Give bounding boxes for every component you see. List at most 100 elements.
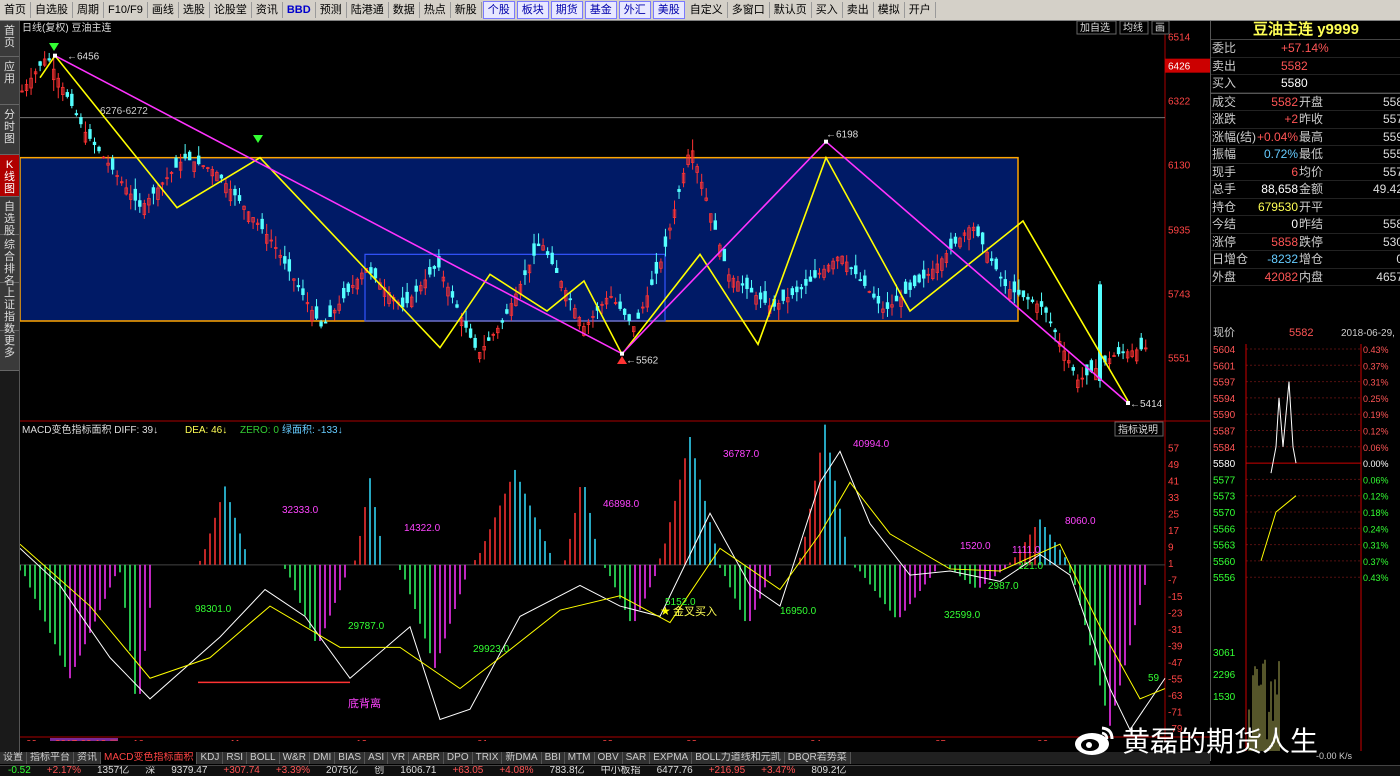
toolbar-btn-19[interactable]: 美股 xyxy=(653,1,685,19)
toolbar-btn-0[interactable]: 首页 xyxy=(0,2,31,18)
macd-tick-14: -55 xyxy=(1168,674,1183,685)
left-nav-item-0[interactable]: 首页 xyxy=(0,21,19,57)
candle-body xyxy=(555,268,558,272)
toolbar-btn-7[interactable]: 资讯 xyxy=(252,2,283,18)
indicator-tab-19[interactable]: SAR xyxy=(623,752,651,764)
x-tick-1: 2017-09-12,二 xyxy=(55,739,119,741)
toolbar-btn-13[interactable]: 新股 xyxy=(451,2,482,18)
indicator-tab-22[interactable]: DBQR若势菜 xyxy=(785,752,851,764)
quote-grid-row-1: 涨跌 +2 昨收 557 xyxy=(1211,111,1400,129)
left-nav-item-5[interactable]: 综合排名 xyxy=(0,235,19,283)
toolbar-btn-1[interactable]: 自选股 xyxy=(31,2,73,18)
indicator-tab-10[interactable]: ASI xyxy=(365,752,388,764)
left-nav-item-4[interactable]: 自选股 xyxy=(0,197,19,235)
toolbar-btn-6[interactable]: 论股堂 xyxy=(210,2,252,18)
indicator-tab-21[interactable]: BOLL力道线和元凯 xyxy=(692,752,785,764)
candle-body xyxy=(415,286,418,291)
indicator-tab-13[interactable]: DPO xyxy=(444,752,473,764)
macd-divergence-label: 底背离 xyxy=(348,696,381,710)
toolbar-btn-16[interactable]: 期货 xyxy=(551,1,583,19)
candle-body xyxy=(1027,297,1030,299)
candle-body xyxy=(134,189,137,200)
indicator-tab-15[interactable]: 新DMA xyxy=(502,752,541,764)
intraday-chart[interactable]: 现价 5582 2018-06-29, 5604 0.43% 5601 0.37% 5597 0… xyxy=(1211,321,1400,761)
quote-grid-row-8: 涨停 5858 跌停 530 xyxy=(1211,234,1400,252)
toolbar-btn-24[interactable]: 卖出 xyxy=(843,2,874,18)
toolbar-btn-20[interactable]: 自定义 xyxy=(686,2,728,18)
left-nav-item-6[interactable]: 上证指数 xyxy=(0,283,19,331)
candle-body xyxy=(950,239,953,248)
candle-body xyxy=(746,278,749,288)
quote-label: 外盘 xyxy=(1212,269,1236,286)
candle-body xyxy=(533,244,536,256)
toolbar-btn-22[interactable]: 默认页 xyxy=(770,2,812,18)
quote-value: +57.14% xyxy=(1281,40,1329,57)
indicator-tab-3[interactable]: MACD变色指标面积 xyxy=(101,752,197,764)
candle-body xyxy=(886,303,889,309)
left-nav-item-7[interactable]: 更多 xyxy=(0,331,19,371)
left-nav-item-3[interactable]: K线图 xyxy=(0,155,19,197)
candle-body xyxy=(741,284,744,285)
weibo-logo-icon xyxy=(1072,724,1116,756)
candle-body xyxy=(1072,367,1075,370)
macd-label-b5: 16950.0 xyxy=(780,606,817,617)
left-nav-item-2[interactable]: 分时图 xyxy=(0,105,19,155)
candle-body xyxy=(995,259,998,269)
indicator-tab-9[interactable]: BIAS xyxy=(335,752,365,764)
indicator-tab-0[interactable]: 设置 xyxy=(0,752,27,764)
toolbar-btn-18[interactable]: 外汇 xyxy=(619,1,651,19)
toolbar-btn-11[interactable]: 数据 xyxy=(389,2,420,18)
candle-body xyxy=(284,257,287,264)
macd-label-a5: 40994.0 xyxy=(853,439,890,450)
quote-row-1: 卖出 5582 xyxy=(1211,58,1400,76)
price-label: 现价 xyxy=(1213,326,1235,339)
indicator-tab-14[interactable]: TRIX xyxy=(473,752,503,764)
candle-body xyxy=(487,338,490,341)
quote-label: 买入 xyxy=(1212,75,1236,92)
toolbar-btn-14[interactable]: 个股 xyxy=(483,1,515,19)
indicator-tab-11[interactable]: VR xyxy=(388,752,409,764)
toolbar-btn-10[interactable]: 陆港通 xyxy=(347,2,389,18)
toolbar-btn-23[interactable]: 买入 xyxy=(812,2,843,18)
indicator-tab-2[interactable]: 资讯 xyxy=(74,752,101,764)
indicator-tab-1[interactable]: 指标平台 xyxy=(27,752,74,764)
left-nav-item-1[interactable]: 应用 xyxy=(0,57,19,105)
candle-body xyxy=(48,59,51,60)
macd-label-a10: 2987.0 xyxy=(988,581,1019,592)
candle-body xyxy=(1018,290,1021,294)
main-chart-svg[interactable]: 日线(复权) 豆油主连加自选均线画65146426632261305935574… xyxy=(20,21,1210,741)
indicator-tab-16[interactable]: BBI xyxy=(542,752,565,764)
quote-value: 42082 xyxy=(1265,269,1298,286)
indicator-tab-17[interactable]: MTM xyxy=(565,752,595,764)
candle-body xyxy=(474,338,477,347)
toolbar-btn-15[interactable]: 板块 xyxy=(517,1,549,19)
indicator-tab-7[interactable]: W&R xyxy=(280,752,310,764)
toolbar-btn-26[interactable]: 开户 xyxy=(905,2,936,18)
intraday-pct-13: 0.37% xyxy=(1363,557,1389,567)
candle-body xyxy=(551,253,554,263)
chart-area[interactable]: 日线(复权) 豆油主连加自选均线画65146426632261305935574… xyxy=(20,21,1210,741)
toolbar-btn-9[interactable]: 预测 xyxy=(316,2,347,18)
quote-label: 涨幅(结) xyxy=(1212,129,1256,146)
indicator-tab-6[interactable]: BOLL xyxy=(247,752,280,764)
indicator-tab-12[interactable]: ARBR xyxy=(409,752,444,764)
macd-label-b3: 29923.0 xyxy=(473,644,510,655)
toolbar-btn-3[interactable]: F10/F9 xyxy=(104,2,148,18)
toolbar-btn-2[interactable]: 周期 xyxy=(73,2,104,18)
toolbar-btn-21[interactable]: 多窗口 xyxy=(728,2,770,18)
intraday-tick-10: 5570 xyxy=(1213,508,1236,519)
indicator-tab-4[interactable]: KDJ xyxy=(197,752,223,764)
indicator-tab-20[interactable]: EXPMA xyxy=(650,752,692,764)
indicator-tab-5[interactable]: RSI xyxy=(223,752,247,764)
toolbar-btn-12[interactable]: 热点 xyxy=(420,2,451,18)
toolbar-btn-5[interactable]: 选股 xyxy=(179,2,210,18)
indicator-tab-18[interactable]: OBV xyxy=(595,752,623,764)
toolbar-btn-25[interactable]: 模拟 xyxy=(874,2,905,18)
toolbar-btn-4[interactable]: 画线 xyxy=(148,2,179,18)
indicator-tab-8[interactable]: DMI xyxy=(310,752,335,764)
quote-label: 卖出 xyxy=(1212,58,1236,75)
toolbar-btn-17[interactable]: 基金 xyxy=(585,1,617,19)
toolbar-btn-8[interactable]: BBD xyxy=(283,2,316,18)
candle-body xyxy=(370,268,373,274)
macd-area: 绿面积: -133↓ xyxy=(282,423,343,436)
